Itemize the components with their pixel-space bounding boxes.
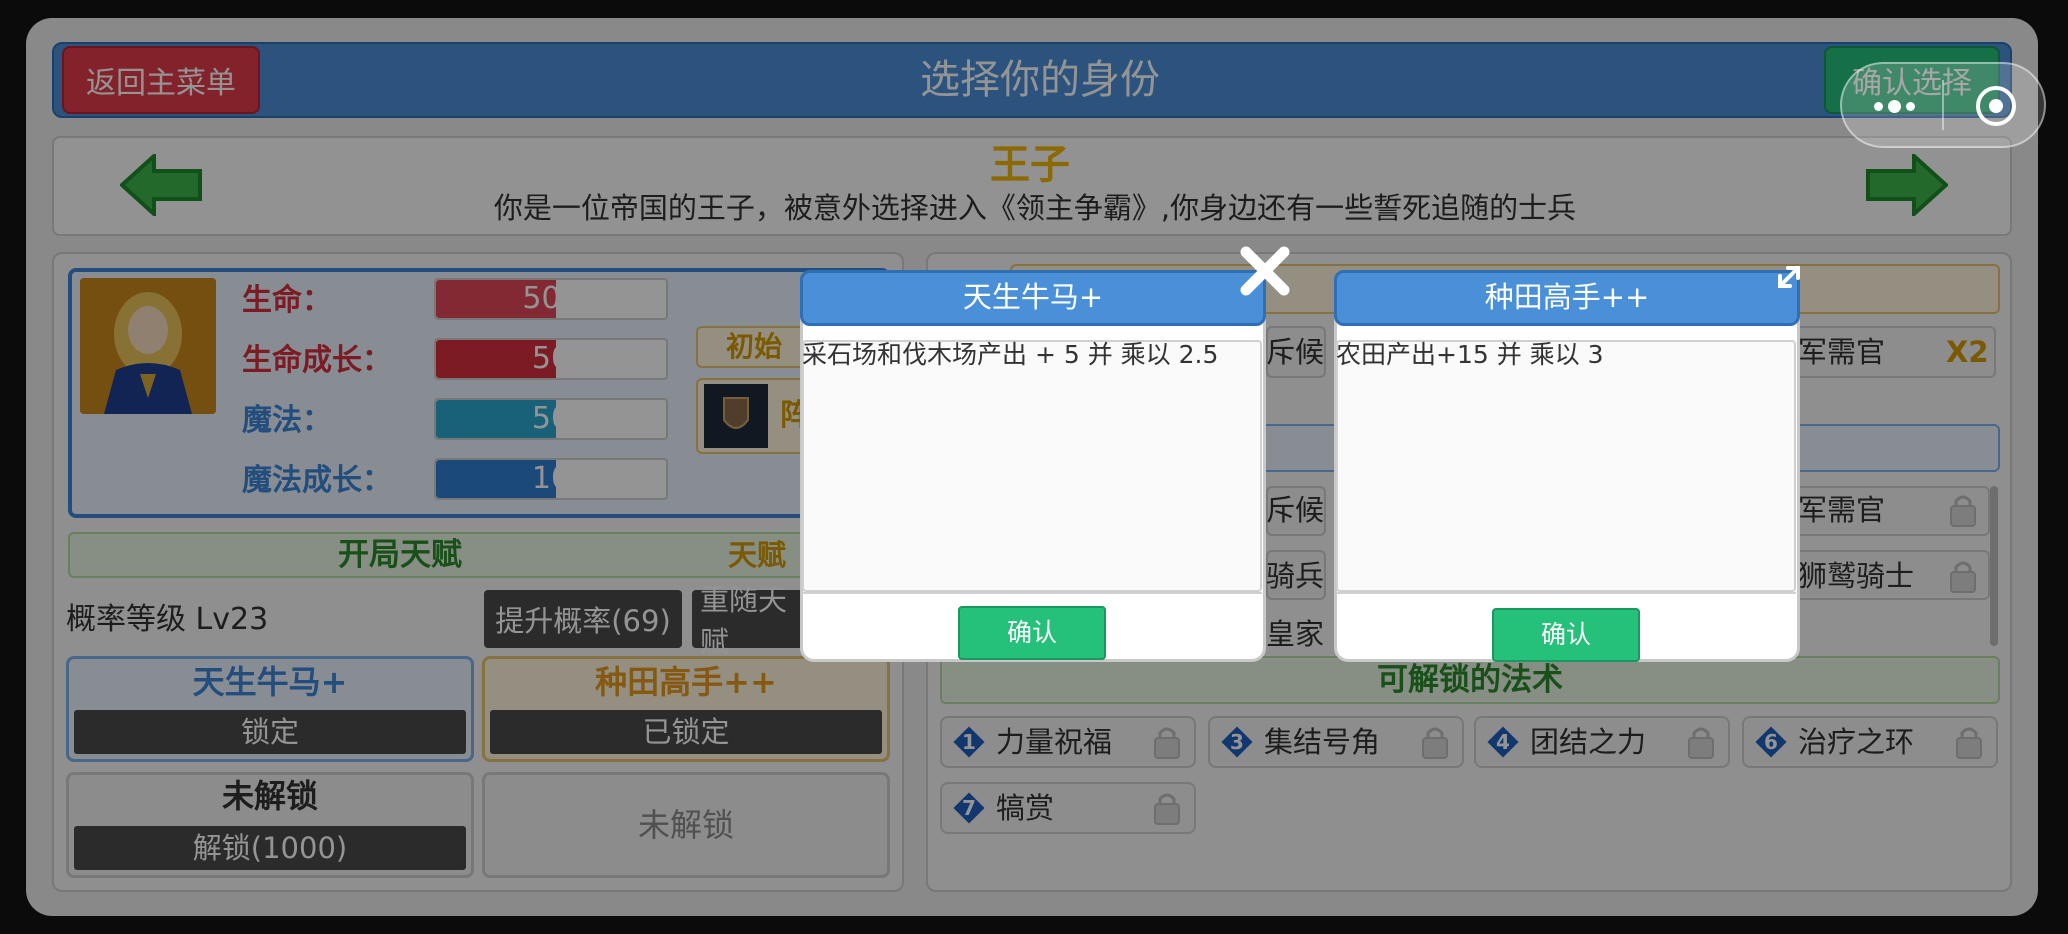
hp-label: 生命： xyxy=(242,283,332,318)
spell-name: 团结之力 xyxy=(1530,725,1647,759)
probability-level: 概率等级 Lv23 xyxy=(66,602,269,637)
hp-growth-bar: 50 xyxy=(434,338,668,380)
unit-name: 斥候 xyxy=(1266,335,1325,369)
mp-bar: 50 xyxy=(434,398,668,440)
popup-body-2 xyxy=(1336,340,1796,592)
talent-lock-button-1[interactable]: 锁定 xyxy=(74,710,466,754)
expand-icon[interactable] xyxy=(1776,264,1802,290)
spell-number: 7 xyxy=(962,796,976,820)
initial-units-tag: 初始 xyxy=(696,326,816,368)
capsule-divider xyxy=(1942,80,1944,130)
talent-name-3: 未解锁 xyxy=(221,777,318,815)
talent-name-1: 天生牛马+ xyxy=(192,663,348,701)
units-scrollbar[interactable] xyxy=(1990,486,1998,646)
lock-icon xyxy=(1152,790,1182,830)
talent-title: 开局天赋 xyxy=(338,537,462,573)
spell-number-icon: 6 xyxy=(1752,723,1790,761)
unit-name: 斥候 xyxy=(1266,493,1325,527)
spell-number: 3 xyxy=(1230,730,1244,754)
spell-number: 4 xyxy=(1496,730,1510,754)
lock-icon xyxy=(1954,724,1984,764)
spell-name: 力量祝福 xyxy=(996,725,1113,759)
spell-number-icon: 7 xyxy=(950,789,988,827)
spell-name: 集结号角 xyxy=(1264,725,1381,759)
identity-name: 王子 xyxy=(990,142,1070,188)
lock-icon xyxy=(1948,492,1978,532)
close-target-icon[interactable] xyxy=(1976,86,2016,126)
hp-bar: 500 xyxy=(434,278,668,320)
spells-title: 可解锁的法术 xyxy=(1377,662,1563,698)
popup-text-2: 农田产出+15 并 乘以 3 xyxy=(1336,340,1604,369)
popup-confirm-button-2[interactable]: 确认 xyxy=(1492,608,1640,662)
mp-growth-value: 10 xyxy=(531,461,571,496)
spell-number-icon: 4 xyxy=(1484,723,1522,761)
lock-icon xyxy=(1686,724,1716,764)
raise-probability-button[interactable]: 提升概率(69) xyxy=(484,590,682,648)
identity-description: 你是一位帝国的王子，被意外选择进入《领主争霸》,你身边还有一些誓死追随的士兵 xyxy=(493,191,1577,225)
unit-name: 军需官 xyxy=(1798,493,1886,527)
hp-value: 500 xyxy=(522,281,580,316)
mp-label: 魔法： xyxy=(242,403,332,438)
unlock-talent-button[interactable]: 解锁(1000) xyxy=(74,826,466,870)
back-to-main-menu-button[interactable]: 返回主菜单 xyxy=(62,46,260,114)
hp-growth-value: 50 xyxy=(531,341,571,376)
popup-divider-1 xyxy=(802,592,1262,594)
popup-text-1: 采石场和伐木场产出 + 5 并 乘以 2.5 xyxy=(802,340,1219,369)
lock-icon xyxy=(1420,724,1450,764)
mp-growth-label: 魔法成长： xyxy=(242,463,392,498)
popup-confirm-button-1[interactable]: 确认 xyxy=(958,606,1106,660)
unit-name: 狮鹫骑士 xyxy=(1798,559,1915,593)
mp-value: 50 xyxy=(531,401,571,436)
lock-icon xyxy=(1152,724,1182,764)
page-title: 选择你的身份 xyxy=(920,57,1160,103)
unit-name: 军需官 xyxy=(1798,335,1886,369)
hp-growth-label: 生命成长： xyxy=(242,343,392,378)
spell-number-icon: 1 xyxy=(950,723,988,761)
spell-name: 犒赏 xyxy=(996,791,1055,825)
talent-name-2: 种田高手++ xyxy=(595,663,777,701)
spell-name: 治疗之环 xyxy=(1798,725,1915,759)
popup-title-1: 天生牛马+ xyxy=(800,270,1266,326)
mp-growth-bar: 10 xyxy=(434,458,668,500)
unit-name: 皇家 xyxy=(1266,618,1325,650)
close-icon[interactable] xyxy=(1238,244,1292,298)
shield-banner-icon xyxy=(704,384,768,448)
popup-body-1 xyxy=(802,340,1262,592)
talent-lock-button-2[interactable]: 已锁定 xyxy=(490,710,882,754)
spell-number-icon: 3 xyxy=(1218,723,1256,761)
unit-name: 骑兵 xyxy=(1266,559,1325,593)
more-options-icon[interactable] xyxy=(1866,88,1922,124)
talent-name-4: 未解锁 xyxy=(637,806,734,844)
lock-icon xyxy=(1948,558,1978,598)
popup-divider-2 xyxy=(1336,592,1796,594)
popup-title-2: 种田高手++ xyxy=(1334,270,1800,326)
spell-number: 1 xyxy=(962,730,976,754)
next-identity-arrow-icon[interactable] xyxy=(1866,154,1948,216)
spell-number: 6 xyxy=(1764,730,1778,754)
character-portrait xyxy=(80,278,216,414)
unit-count: X2 xyxy=(1946,335,1989,369)
reroll-talents-button[interactable]: 重随天赋 xyxy=(692,583,812,659)
prev-identity-arrow-icon[interactable] xyxy=(120,154,202,216)
